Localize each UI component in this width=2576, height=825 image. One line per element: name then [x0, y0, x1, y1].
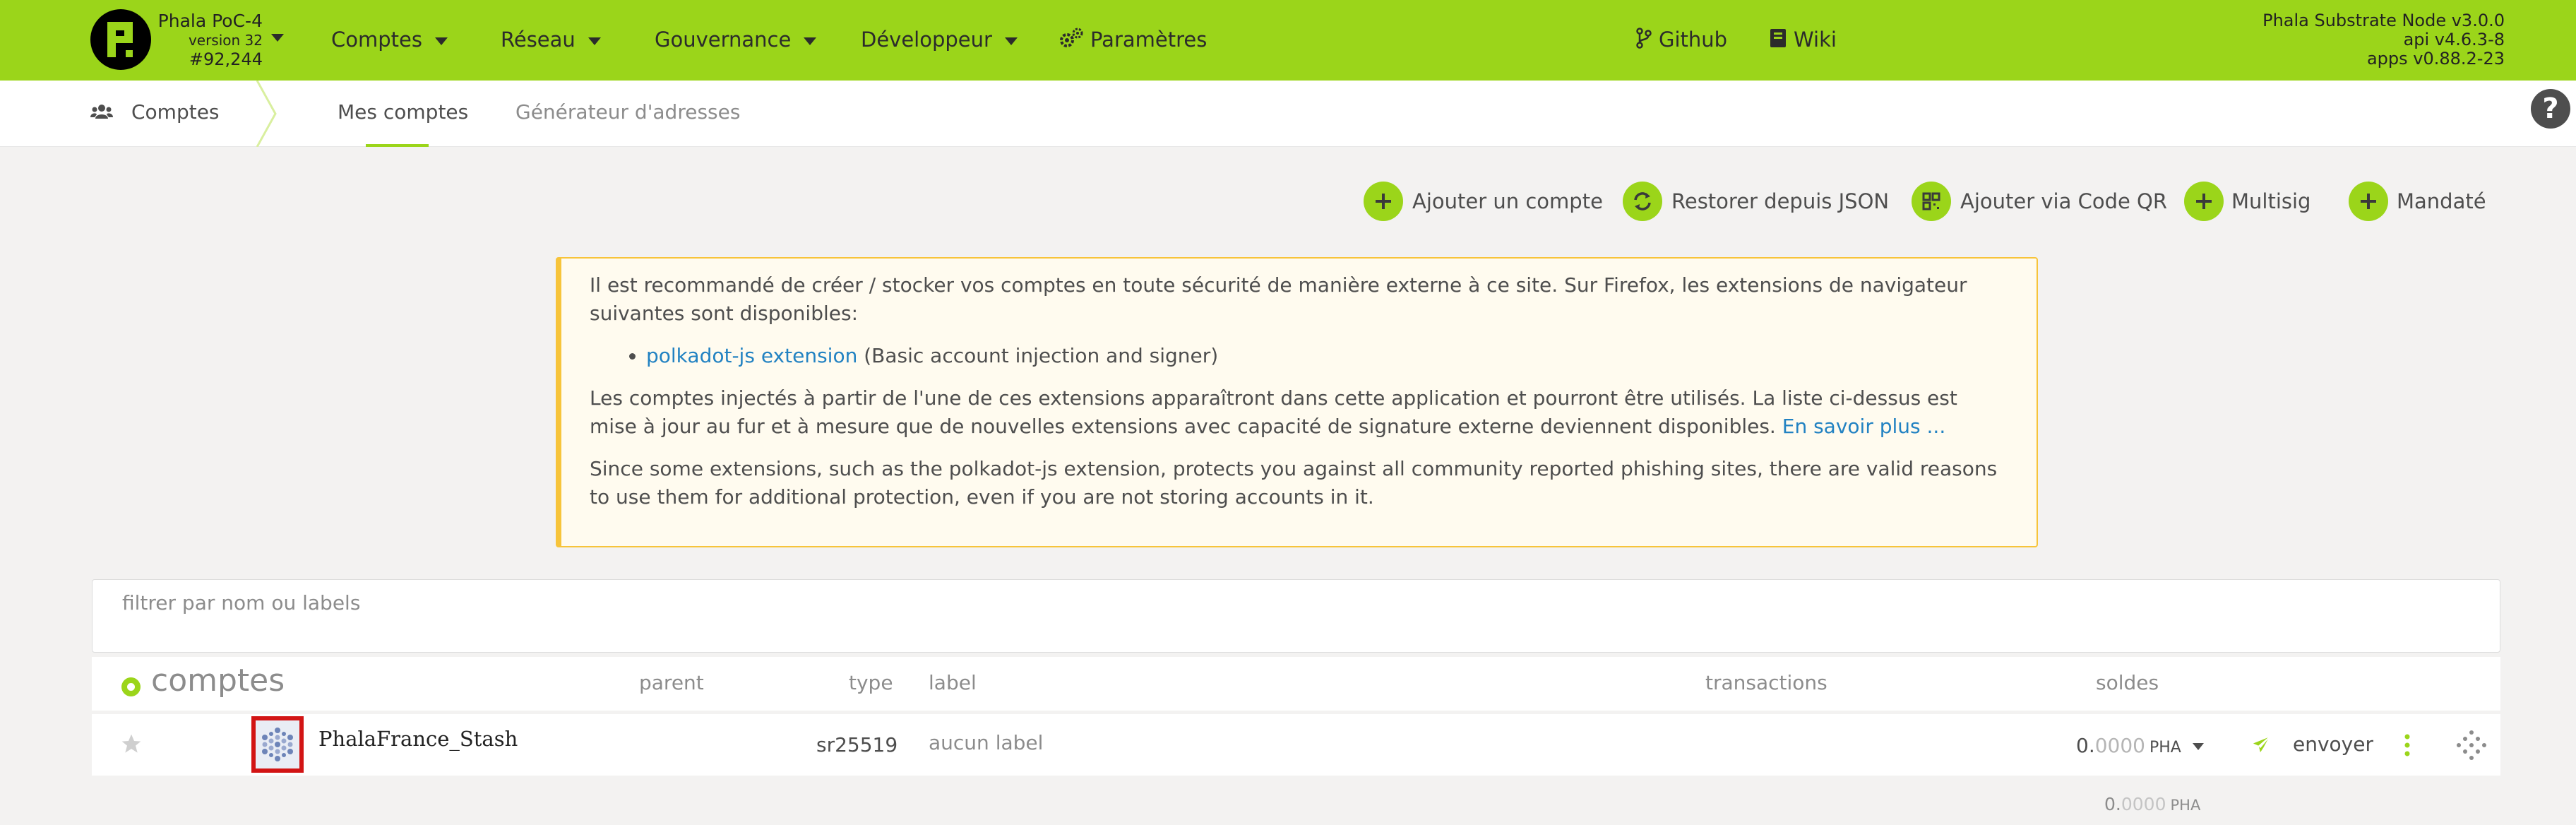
total-balance: 0.0000 PHA	[2104, 794, 2200, 814]
notice-paragraph: Il est recommandé de créer / stocker vos…	[590, 273, 1967, 325]
best-block-number: #92,244	[189, 49, 263, 69]
column-header-transactions: transactions	[1705, 671, 1827, 694]
nav-menu-label: Comptes	[331, 28, 422, 52]
users-icon	[90, 102, 113, 125]
polkadot-extension-link[interactable]: polkadot-js extension	[646, 344, 857, 367]
section-title-label: Comptes	[131, 100, 220, 124]
section-title: Comptes	[90, 100, 220, 125]
extension-list: polkadot-js extension (Basic account inj…	[590, 342, 2001, 370]
plus-icon	[2349, 182, 2388, 221]
add-via-qr-label: Ajouter via Code QR	[1960, 189, 2168, 213]
node-version-info: Phala Substrate Node v3.0.0 api v4.6.3-8…	[2262, 11, 2505, 69]
accounts-table-header: comptes parent type label transactions s…	[92, 657, 2500, 711]
more-options-icon[interactable]	[2403, 732, 2411, 758]
learn-more-link[interactable]: En savoir plus ...	[1782, 415, 1945, 438]
restore-json-label: Restorer depuis JSON	[1671, 189, 1890, 213]
extension-description: (Basic account injection and signer)	[857, 344, 1219, 367]
nav-menu-label: Réseau	[501, 28, 576, 52]
multisig-label: Multisig	[2231, 189, 2311, 213]
column-header-parent: parent	[639, 671, 704, 694]
node-apps-version: apps v0.88.2-23	[2366, 49, 2505, 69]
phala-logo[interactable]	[90, 9, 151, 70]
help-icon[interactable]: ?	[2531, 89, 2570, 129]
proxied-label: Mandaté	[2397, 189, 2486, 213]
node-name: Phala Substrate Node v3.0.0	[2262, 11, 2505, 30]
nav-menu-label: Développeur	[861, 28, 992, 52]
balance-unit: PHA	[2149, 739, 2181, 756]
nav-settings-label: Paramètres	[1090, 28, 1208, 52]
filter-input[interactable]	[93, 580, 2500, 652]
nav-menu-governance[interactable]: Gouvernance	[655, 27, 817, 52]
tab-my-accounts[interactable]: Mes comptes	[338, 100, 468, 124]
notice-paragraph-text: Les comptes injectés à partir de l'une d…	[590, 386, 1957, 438]
section-divider-chevron	[256, 81, 277, 147]
nav-github-label: Github	[1659, 28, 1728, 52]
notice-paragraph: Since some extensions, such as the polka…	[590, 457, 1998, 509]
nav-menu-label: Gouvernance	[655, 28, 792, 52]
account-identicon[interactable]	[251, 716, 304, 773]
plus-icon	[2184, 182, 2224, 221]
nav-github-link[interactable]: Github	[1636, 27, 1727, 54]
expand-details-icon[interactable]	[2456, 730, 2487, 761]
chain-name: Phala PoC-4	[157, 11, 263, 31]
add-account-label: Ajouter un compte	[1412, 189, 1603, 213]
nav-menu-network[interactable]: Réseau	[501, 27, 601, 52]
account-name[interactable]: PhalaFrance_Stash	[318, 727, 518, 751]
paper-plane-icon	[2251, 735, 2271, 754]
gears-icon	[1059, 28, 1083, 54]
qrcode-icon	[1912, 182, 1951, 221]
column-header-type: type	[849, 671, 893, 694]
nav-menu-developer[interactable]: Développeur	[861, 27, 1018, 52]
account-filter	[92, 579, 2500, 653]
nav-wiki-link[interactable]: Wiki	[1770, 27, 1837, 54]
account-crypto-type: sr25519	[816, 733, 898, 756]
chevron-down-icon	[1004, 37, 1018, 45]
nav-settings[interactable]: Paramètres	[1059, 27, 1207, 54]
chain-version: version 32	[188, 32, 263, 49]
notice-paragraph: Les comptes injectés à partir de l'une d…	[590, 384, 2001, 441]
star-icon[interactable]	[120, 732, 143, 755]
accounts-status-icon	[121, 677, 141, 696]
balance-decimals: 0000	[2094, 734, 2145, 757]
book-icon	[1770, 28, 1787, 54]
sync-icon	[1623, 182, 1662, 221]
balance-integer: 0.	[2076, 734, 2095, 757]
tab-address-generator[interactable]: Générateur d'adresses	[515, 100, 740, 124]
code-branch-icon	[1636, 28, 1652, 54]
account-balance[interactable]: 0.0000 PHA	[2076, 734, 2204, 757]
active-tab-indicator	[366, 144, 429, 147]
column-header-balances: soldes	[2096, 671, 2159, 694]
account-label[interactable]: aucun label	[929, 731, 1043, 754]
chain-selector[interactable]: Phala PoC-4 version 32 #92,244	[157, 11, 263, 70]
send-button[interactable]: envoyer	[2250, 732, 2373, 756]
extension-recommendation-notice: Il est recommandé de créer / stocker vos…	[556, 257, 2038, 547]
chevron-down-icon	[2192, 743, 2204, 750]
accounts-table-title: comptes	[151, 663, 285, 699]
total-unit: PHA	[2170, 797, 2201, 814]
column-header-label: label	[929, 671, 977, 694]
table-row: PhalaFrance_Stash sr25519 aucun label 0.…	[92, 714, 2500, 776]
extension-list-item: polkadot-js extension (Basic account inj…	[646, 342, 2001, 370]
chevron-down-icon	[434, 37, 448, 45]
node-api-version: api v4.6.3-8	[2403, 30, 2505, 49]
send-label: envoyer	[2293, 732, 2373, 756]
total-integer: 0.	[2104, 794, 2121, 814]
plus-icon	[1364, 182, 1403, 221]
chevron-down-icon[interactable]	[271, 34, 284, 42]
chevron-down-icon	[804, 37, 817, 45]
nav-menu-accounts[interactable]: Comptes	[331, 27, 448, 52]
sub-navigation-tabs: Comptes Mes comptes Générateur d'adresse…	[0, 81, 2576, 147]
chevron-down-icon	[588, 37, 601, 45]
total-decimals: 0000	[2121, 794, 2166, 814]
nav-wiki-label: Wiki	[1794, 28, 1837, 52]
top-navigation-bar: Phala PoC-4 version 32 #92,244 Comptes R…	[0, 0, 2576, 81]
